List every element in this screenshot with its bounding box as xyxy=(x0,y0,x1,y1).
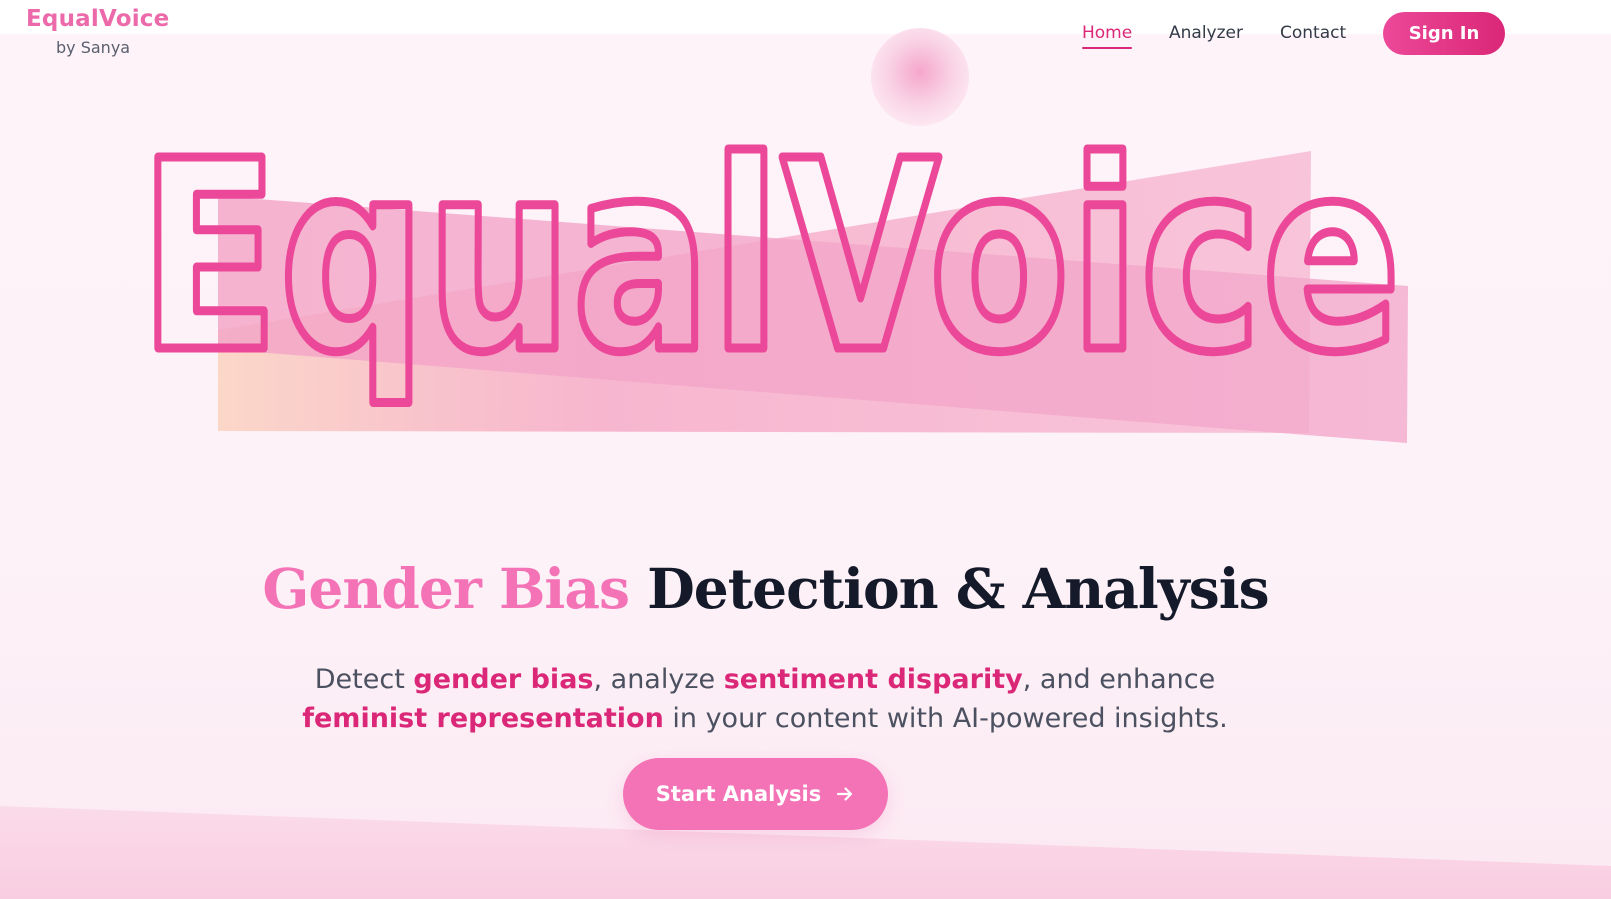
headline-rest: Detection & Analysis xyxy=(647,556,1269,621)
arrow-right-icon xyxy=(837,787,853,801)
tagline-text: Detect xyxy=(314,664,414,695)
hero-logo-art: EqualVoice xyxy=(135,28,1408,443)
hero-headline: Gender Bias Detection & Analysis xyxy=(0,556,1531,621)
hero-tagline: Detect gender bias, analyze sentiment di… xyxy=(250,660,1280,738)
tagline-text: , and enhance xyxy=(1022,664,1216,695)
start-analysis-label: Start Analysis xyxy=(655,782,822,806)
tagline-highlight-sentiment-disparity: sentiment disparity xyxy=(723,664,1023,695)
start-analysis-button[interactable]: Start Analysis xyxy=(623,758,888,830)
headline-highlight: Gender Bias xyxy=(262,556,630,621)
hero-logo-text: EqualVoice xyxy=(139,105,1401,410)
tagline-highlight-gender-bias: gender bias xyxy=(413,664,594,695)
tagline-highlight-feminist-representation: feminist representation xyxy=(302,703,664,734)
tagline-text: , analyze xyxy=(593,664,724,695)
tagline-text: in your content with AI-powered insights… xyxy=(663,703,1228,734)
